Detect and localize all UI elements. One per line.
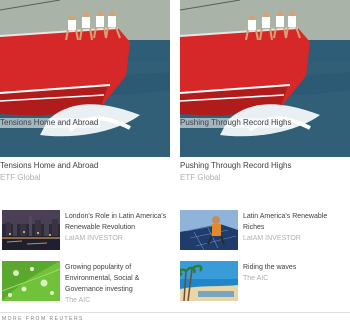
- article-title[interactable]: Growing popularity of Environmental, Soc…: [65, 262, 172, 295]
- article-item[interactable]: Riding the waves The AIC: [180, 261, 350, 301]
- beach-thumbnail[interactable]: [180, 261, 238, 301]
- article-title[interactable]: Latin America's Renewable Riches: [243, 211, 350, 233]
- article-item[interactable]: London's Role in Latin America's Renewab…: [2, 210, 172, 250]
- feature-source: ETF Global: [180, 173, 221, 182]
- photo-caption-overlay: Pushing Through Record Highs: [180, 118, 294, 128]
- article-title[interactable]: Riding the waves: [243, 262, 296, 273]
- city-skyline-thumbnail[interactable]: [2, 210, 60, 250]
- photo-caption-overlay: Tensions Home and Abroad: [0, 118, 101, 128]
- sailboat-photo[interactable]: Pushing Through Record Highs: [180, 0, 350, 157]
- sailboat-photo[interactable]: Tensions Home and Abroad: [0, 0, 170, 157]
- feature-card-1[interactable]: Tensions Home and Abroad Tensions Home a…: [0, 0, 170, 183]
- feature-title[interactable]: Pushing Through Record Highs: [180, 161, 350, 171]
- feature-source: ETF Global: [0, 173, 41, 182]
- article-source: The AIC: [243, 275, 269, 282]
- feature-card-2[interactable]: Pushing Through Record Highs Pushing Thr…: [180, 0, 350, 183]
- solar-panel-thumbnail[interactable]: [180, 210, 238, 250]
- article-source: The AIC: [65, 297, 91, 304]
- section-divider: [0, 312, 350, 313]
- article-title[interactable]: London's Role in Latin America's Renewab…: [65, 211, 172, 233]
- article-source: LatAM INVESTOR: [243, 235, 301, 242]
- article-source: LatAM INVESTOR: [65, 235, 123, 242]
- article-item[interactable]: Latin America's Renewable Riches LatAM I…: [180, 210, 350, 250]
- more-from-reuters-label[interactable]: MORE FROM REUTERS: [2, 316, 84, 322]
- feature-title[interactable]: Tensions Home and Abroad: [0, 161, 170, 171]
- article-item[interactable]: Growing popularity of Environmental, Soc…: [2, 261, 172, 306]
- green-leaf-thumbnail[interactable]: [2, 261, 60, 301]
